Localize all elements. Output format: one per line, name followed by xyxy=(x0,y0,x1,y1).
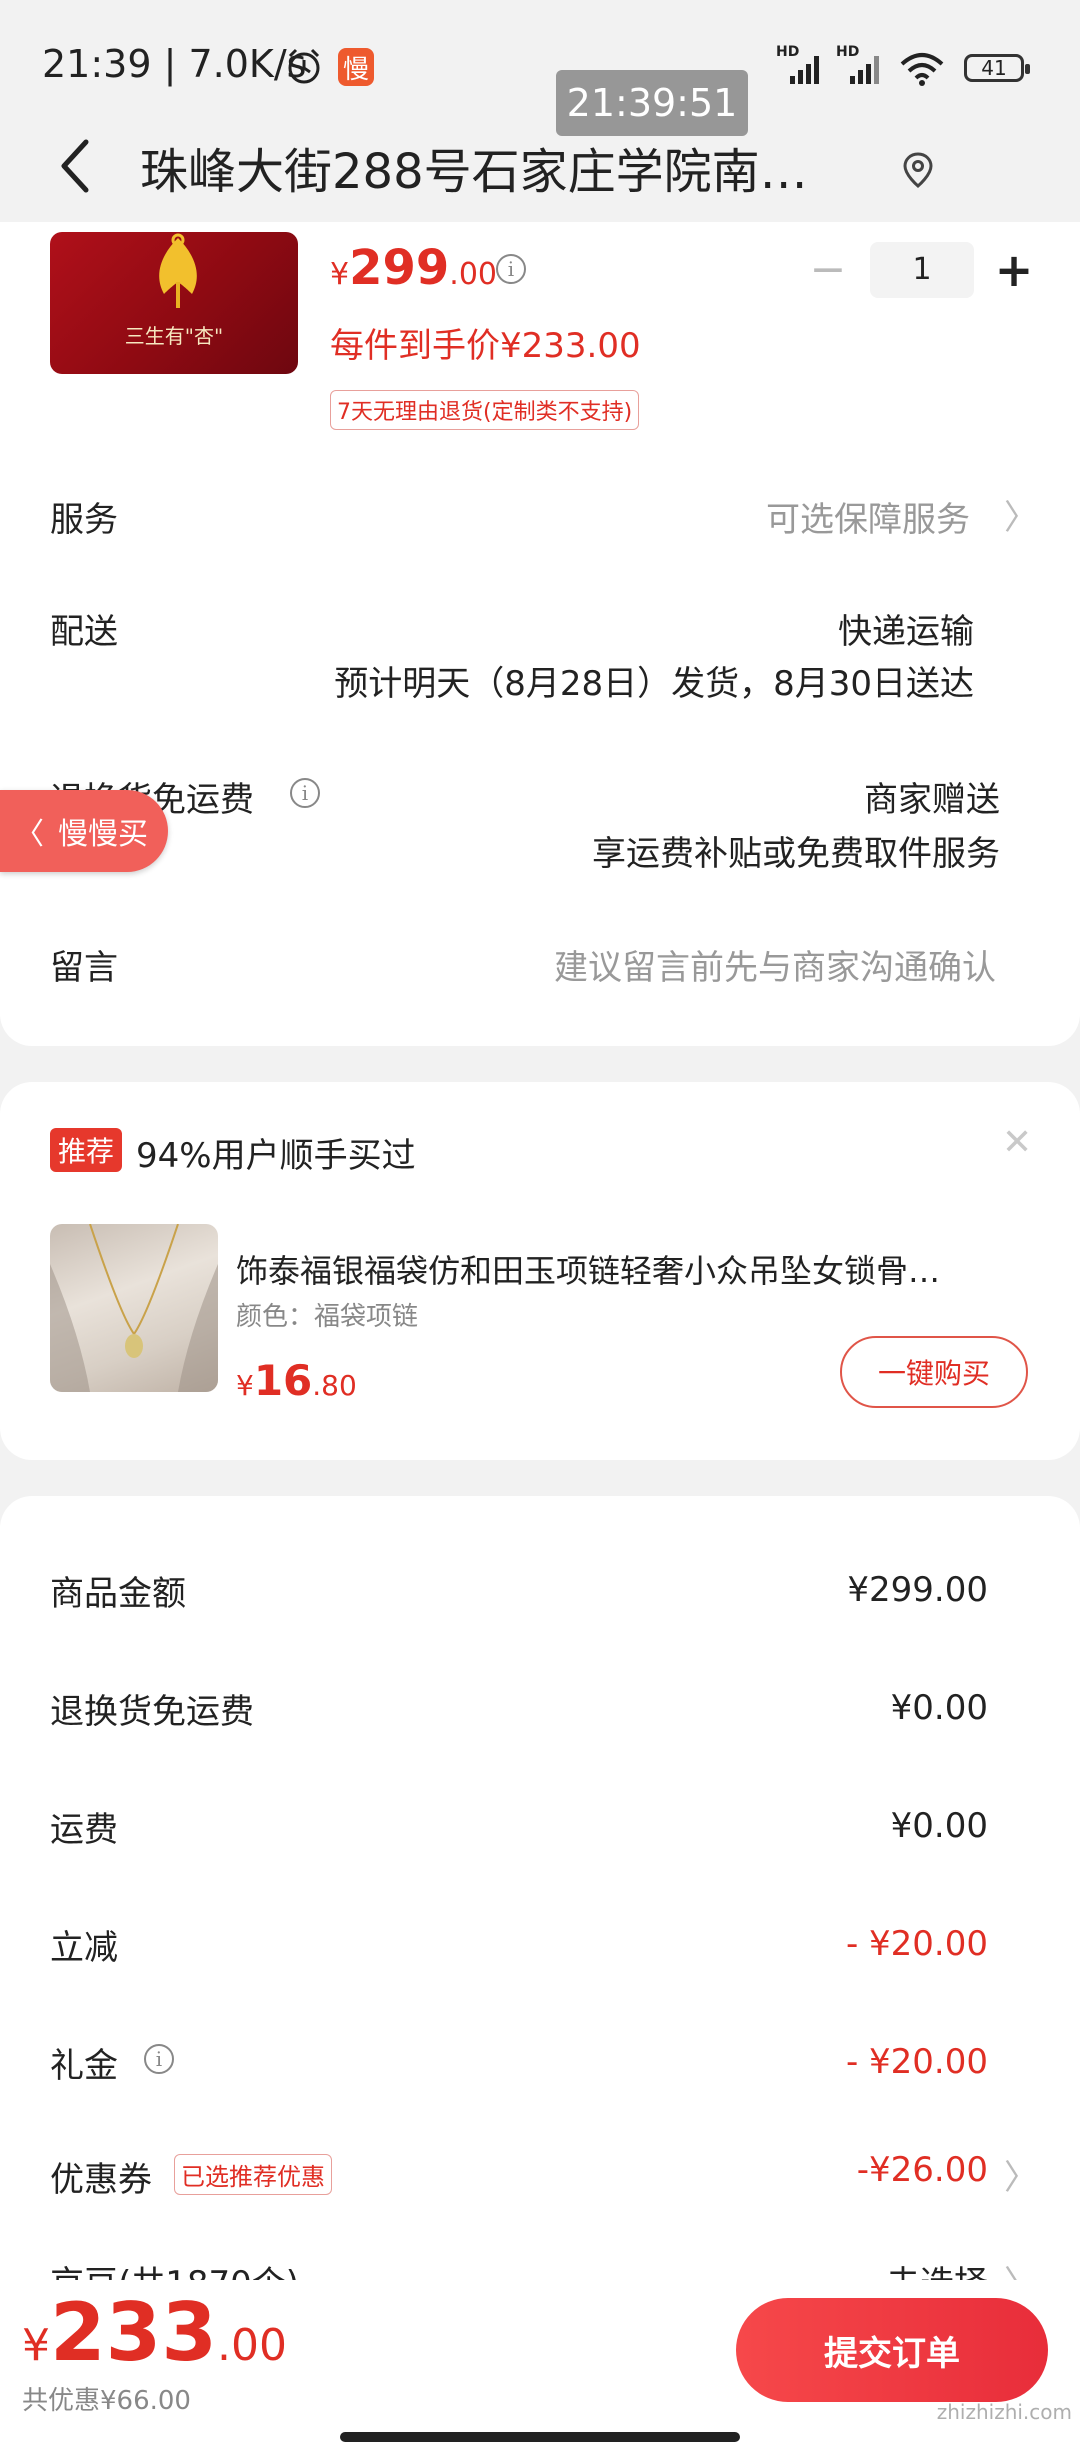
recommend-title: 94%用户顺手买过 xyxy=(136,1136,416,1176)
delivery-label: 配送 xyxy=(50,612,118,652)
location-pin-icon[interactable] xyxy=(898,150,938,190)
price-info-icon[interactable]: i xyxy=(496,254,526,284)
hd-label-2: HD xyxy=(836,44,860,60)
chevron-left-icon: 〈 xyxy=(14,817,44,852)
quantity-decrease-button[interactable]: − xyxy=(808,248,848,292)
per-item-price: 每件到手价¥233.00 xyxy=(330,326,641,366)
necklace-icon xyxy=(50,1224,218,1392)
return-policy-tag: 7天无理由退货(定制类不支持) xyxy=(330,390,640,430)
status-bar: 21:39 | 7.0K/s xyxy=(42,42,307,86)
hd-label-1: HD xyxy=(776,44,800,60)
recommend-product-color: 颜色：福袋项链 xyxy=(236,1302,419,1332)
coupon-value[interactable]: -¥26.00 xyxy=(857,2150,988,2190)
watermark: zhizhizhi.com xyxy=(936,2400,1072,2424)
slow-buy-float-button[interactable]: 〈 慢慢买 xyxy=(0,790,168,872)
instant-discount-label: 立减 xyxy=(50,1928,118,1968)
message-label: 留言 xyxy=(50,948,118,988)
battery-icon: 41 xyxy=(964,54,1030,82)
product-thumbnail[interactable]: 三生有"杏" xyxy=(50,232,298,374)
goods-amount-label: 商品金额 xyxy=(50,1574,186,1614)
return-fee-value: ¥0.00 xyxy=(890,1688,988,1728)
coupon-chevron-icon[interactable]: 〉 xyxy=(1004,2150,1038,2199)
back-button[interactable] xyxy=(50,132,100,200)
coupon-label: 优惠券 xyxy=(50,2160,152,2200)
recommend-product-name[interactable]: 饰泰福银福袋仿和田玉项链轻奢小众吊坠女锁骨… xyxy=(236,1246,1028,1292)
gift-info-icon[interactable]: i xyxy=(144,2044,174,2074)
return-shipping-value: 商家赠送 xyxy=(864,780,1000,820)
total-saved: 共优惠¥66.00 xyxy=(22,2386,191,2416)
shipping-label: 运费 xyxy=(50,1810,118,1850)
delivery-method[interactable]: 快递运输 xyxy=(838,604,974,653)
service-value[interactable]: 可选保障服务 xyxy=(766,492,970,541)
home-indicator[interactable] xyxy=(340,2432,740,2442)
goods-amount-value: ¥299.00 xyxy=(847,1570,988,1610)
close-icon[interactable]: ✕ xyxy=(1002,1122,1032,1163)
wifi-icon xyxy=(900,53,944,86)
instant-discount-value: - ¥20.00 xyxy=(845,1924,988,1964)
gift-label: 礼金 xyxy=(50,2046,118,2086)
alarm-icon xyxy=(288,48,320,84)
message-input[interactable]: 建议留言前先与商家沟通确认 xyxy=(554,940,996,989)
service-chevron-icon[interactable]: 〉 xyxy=(1004,490,1038,539)
quantity-increase-button[interactable]: + xyxy=(992,244,1036,296)
quantity-value[interactable]: 1 xyxy=(870,242,974,298)
product-price: ¥299.00 xyxy=(330,240,498,296)
return-fee-label: 退换货免运费 xyxy=(50,1692,254,1732)
return-shipping-desc: 享运费补贴或免费取件服务 xyxy=(592,834,1000,874)
slow-buy-label: 慢慢买 xyxy=(58,817,148,852)
one-click-buy-button[interactable]: 一键购买 xyxy=(840,1336,1028,1408)
slow-app-badge: 慢 xyxy=(338,48,374,86)
shipping-value: ¥0.00 xyxy=(890,1806,988,1846)
total-price: ¥233.00 xyxy=(22,2286,287,2379)
recommend-badge: 推荐 xyxy=(50,1128,123,1172)
ginkgo-pendant-icon xyxy=(159,233,197,308)
delivery-eta: 预计明天（8月28日）发货，8月30日送达 xyxy=(334,664,974,704)
gift-value: - ¥20.00 xyxy=(845,2042,988,2082)
coupon-tag: 已选推荐优惠 xyxy=(174,2154,332,2195)
address-title[interactable]: 珠峰大街288号石家庄学院南… xyxy=(140,132,880,202)
status-time: 21:39 xyxy=(42,42,152,86)
recommend-product-image[interactable] xyxy=(50,1224,218,1392)
submit-order-button[interactable]: 提交订单 xyxy=(736,2298,1048,2402)
recommend-price: ¥16.80 xyxy=(236,1356,357,1405)
return-info-icon[interactable]: i xyxy=(290,778,320,808)
thumb-caption: 三生有"杏" xyxy=(124,324,224,348)
service-label: 服务 xyxy=(50,500,118,540)
clock-overlay: 21:39:51 xyxy=(556,70,748,136)
